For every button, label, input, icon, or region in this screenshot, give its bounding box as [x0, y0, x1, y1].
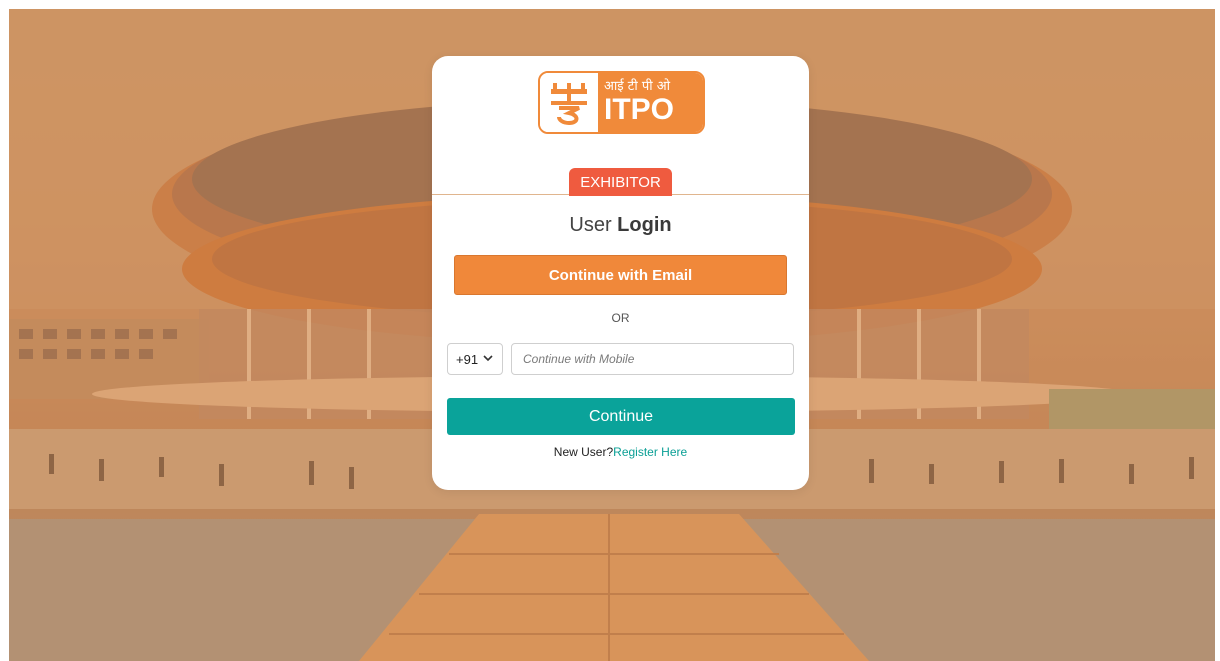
country-code-value: +91 [456, 351, 479, 367]
login-title-emphasis: Login [617, 214, 672, 236]
continue-button[interactable]: Continue [447, 398, 795, 435]
continue-with-email-button[interactable]: Continue with Email [454, 255, 787, 295]
login-title: User Login [432, 214, 809, 237]
new-user-text: New User? [553, 445, 614, 459]
login-card: आई टी पी ओ ITPO EXHIBITOR User Login Con… [432, 56, 809, 490]
role-badge: EXHIBITOR [569, 168, 672, 196]
register-here-link[interactable]: Register Here [613, 445, 687, 459]
logo-hindi-text: आई टी पी ओ [604, 79, 671, 94]
itpo-logo: आई टी पी ओ ITPO [538, 71, 705, 134]
itpo-emblem-icon [540, 73, 598, 132]
country-code-select[interactable]: +91 [447, 343, 503, 375]
register-line: New User?Register Here [432, 445, 809, 459]
or-separator: OR [611, 311, 630, 325]
chevron-down-icon [483, 355, 493, 362]
page-background: आई टी पी ओ ITPO EXHIBITOR User Login Con… [9, 9, 1215, 661]
mobile-input[interactable] [511, 343, 794, 375]
logo-brand-text: ITPO [604, 93, 675, 126]
login-title-prefix: User [569, 214, 612, 236]
